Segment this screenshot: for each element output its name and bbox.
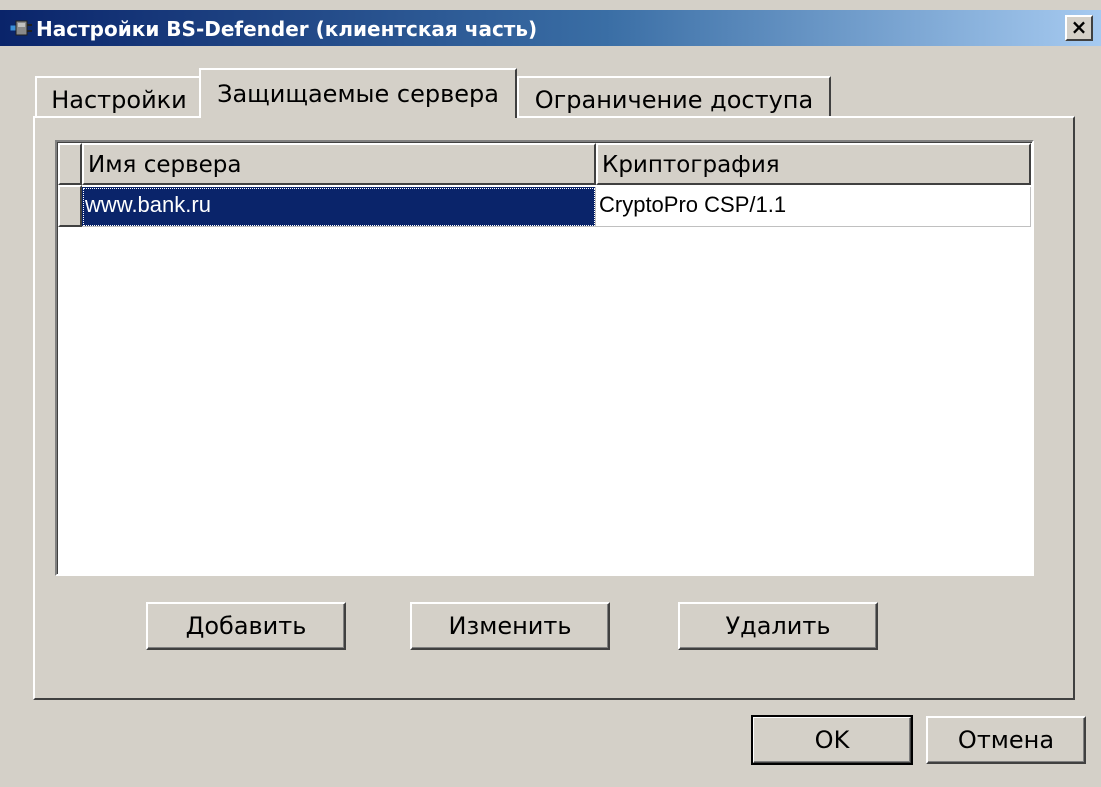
close-icon: × bbox=[1070, 15, 1088, 39]
cancel-button[interactable]: Отмена bbox=[926, 716, 1086, 764]
tab-protected-servers[interactable]: Защищаемые сервера bbox=[199, 68, 517, 118]
grid-corner bbox=[58, 143, 82, 185]
window-title: Настройки BS-Defender (клиентская часть) bbox=[36, 17, 538, 41]
settings-dialog: Настройки BS-Defender (клиентская часть)… bbox=[0, 0, 1101, 787]
ok-button[interactable]: OK bbox=[751, 715, 913, 765]
tab-access-restriction[interactable]: Ограничение доступа bbox=[517, 76, 831, 116]
title-bar[interactable]: Настройки BS-Defender (клиентская часть)… bbox=[0, 10, 1101, 46]
add-button[interactable]: Добавить bbox=[146, 602, 346, 650]
servers-grid[interactable]: Имя сервера Криптография www.bank.ru Cry… bbox=[55, 140, 1034, 576]
close-button[interactable]: × bbox=[1065, 15, 1093, 41]
tab-settings[interactable]: Настройки bbox=[35, 76, 203, 116]
cell-crypto[interactable]: CryptoPro CSP/1.1 bbox=[596, 187, 1031, 227]
edit-button-label: Изменить bbox=[448, 612, 572, 640]
row-indicator[interactable] bbox=[58, 185, 82, 227]
column-header-crypto-label: Криптография bbox=[602, 152, 780, 178]
column-header-server-name-label: Имя сервера bbox=[88, 152, 242, 178]
delete-button-label: Удалить bbox=[725, 612, 831, 640]
delete-button[interactable]: Удалить bbox=[678, 602, 878, 650]
tab-settings-label: Настройки bbox=[51, 86, 187, 114]
cell-server-name[interactable]: www.bank.ru bbox=[82, 187, 596, 227]
edit-button[interactable]: Изменить bbox=[410, 602, 610, 650]
app-plug-icon bbox=[10, 20, 32, 36]
column-header-crypto[interactable]: Криптография bbox=[596, 143, 1031, 185]
tab-access-restriction-label: Ограничение доступа bbox=[534, 86, 814, 114]
ok-button-label: OK bbox=[814, 726, 850, 754]
column-header-server-name[interactable]: Имя сервера bbox=[82, 143, 596, 185]
cancel-button-label: Отмена bbox=[957, 726, 1055, 754]
tab-protected-servers-label: Защищаемые сервера bbox=[217, 80, 499, 108]
add-button-label: Добавить bbox=[185, 612, 307, 640]
